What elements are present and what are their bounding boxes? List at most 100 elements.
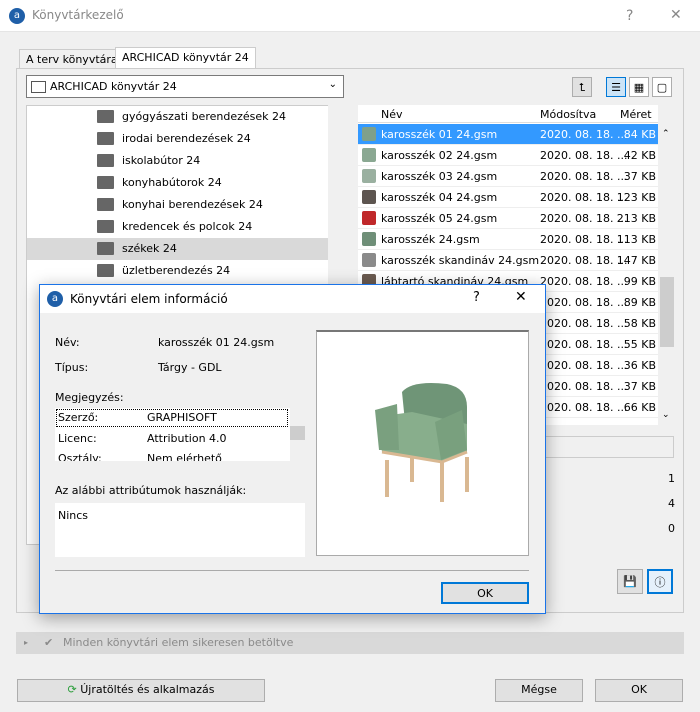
tree-item[interactable]: székek 24 [27, 238, 328, 260]
item-thumbnail-icon [362, 169, 376, 183]
row-size: 123 KB [616, 191, 656, 204]
list-row[interactable]: karosszék 01 24.gsm 2020. 08. 18. ... 84 K… [358, 124, 658, 145]
tree-item[interactable]: konyhai berendezések 24 [27, 194, 328, 216]
check-icon: ✔ [44, 636, 54, 649]
column-header-modified[interactable]: Módosítva [540, 108, 596, 121]
tab-project-libraries[interactable]: A terv könyvtárai [19, 49, 128, 69]
folder-icon [97, 154, 114, 167]
folder-icon [97, 242, 114, 255]
scroll-thumb[interactable] [290, 426, 305, 440]
row-size: 36 KB [623, 359, 656, 372]
tree-item-label: székek 24 [122, 242, 177, 255]
row-size: 213 KB [616, 212, 656, 225]
cancel-button[interactable]: Mégse [495, 679, 583, 702]
status-bar: ▸ ✔ Minden könyvtári elem sikeresen betö… [16, 632, 684, 654]
count-1: 1 [668, 472, 675, 485]
row-modified: 2020. 08. 18. ... [540, 401, 628, 414]
column-header-name[interactable]: Név [381, 108, 403, 121]
row-modified: 2020. 08. 18. ... [540, 317, 628, 330]
divider [55, 570, 529, 571]
save-icon[interactable]: 💾 [617, 569, 643, 594]
help-button[interactable]: ? [626, 8, 633, 24]
tree-item-label: gyógyászati berendezések 24 [122, 110, 286, 123]
scroll-thumb[interactable] [660, 277, 674, 347]
library-icon [31, 81, 46, 93]
tree-item-label: konyhabútorok 24 [122, 176, 222, 189]
list-row[interactable]: karosszék 24.gsm 2020. 08. 18. ... 113 KB [358, 229, 658, 250]
notes-label: Megjegyzés: [55, 391, 124, 404]
row-modified: 2020. 08. 18. ... [540, 359, 628, 372]
notes-scrollbar[interactable] [290, 408, 305, 461]
tree-item[interactable]: üzletberendezés 24 [27, 260, 328, 282]
note-key: Szerző: [58, 411, 99, 424]
row-name: karosszék 04 24.gsm [381, 191, 498, 204]
list-row[interactable]: karosszék 05 24.gsm 2020. 08. 18. ... 213 … [358, 208, 658, 229]
archicad-logo-icon: a [47, 291, 63, 307]
window-title: Könyvtárkezelő [32, 8, 124, 22]
scroll-down-icon[interactable]: ⌄ [662, 410, 670, 420]
used-by-value: Nincs [58, 509, 89, 522]
row-modified: 2020. 08. 18. ... [540, 149, 628, 162]
dialog-ok-button[interactable]: OK [441, 582, 529, 604]
preview-view-icon[interactable]: ▢ [652, 77, 672, 97]
reload-icon: ⟳ [67, 683, 77, 696]
row-name: karosszék 01 24.gsm [381, 128, 498, 141]
row-modified: 2020. 08. 18. ... [540, 128, 628, 141]
name-label: Név: [55, 336, 80, 349]
tree-item[interactable]: gyógyászati berendezések 24 [27, 106, 328, 128]
row-name: karosszék 03 24.gsm [381, 170, 498, 183]
folder-icon [97, 264, 114, 277]
row-modified: 2020. 08. 18. ... [540, 233, 628, 246]
grid-view-icon[interactable]: ▦ [629, 77, 649, 97]
dialog-close-button[interactable]: ✕ [515, 289, 527, 305]
row-modified: 2020. 08. 18. ... [540, 338, 628, 351]
folder-icon [97, 132, 114, 145]
list-view-icon[interactable]: ☰ [606, 77, 626, 97]
tree-item[interactable]: kredencek és polcok 24 [27, 216, 328, 238]
list-row[interactable]: karosszék 03 24.gsm 2020. 08. 18. ... 37 K… [358, 166, 658, 187]
ok-button[interactable]: OK [595, 679, 683, 702]
column-header-size[interactable]: Méret [620, 108, 652, 121]
scroll-up-icon[interactable]: ⌃ [662, 129, 670, 139]
name-value: karosszék 01 24.gsm [158, 336, 275, 349]
folder-icon [97, 110, 114, 123]
status-text: Minden könyvtári elem sikeresen betöltve [63, 636, 294, 649]
tree-item[interactable]: iskolabútor 24 [27, 150, 328, 172]
list-row[interactable]: karosszék skandináv 24.gsm 2020. 08. 18. … [358, 250, 658, 271]
expand-icon[interactable]: ▸ [24, 632, 28, 654]
close-button[interactable]: ✕ [670, 7, 682, 23]
row-size: 147 KB [616, 254, 656, 267]
row-size: 113 KB [616, 233, 656, 246]
row-modified: 2020. 08. 18. ... [540, 170, 628, 183]
reload-apply-button[interactable]: ⟳ Újratöltés és alkalmazás [17, 679, 265, 702]
row-size: 37 KB [623, 380, 656, 393]
up-folder-button[interactable]: ⮤ [572, 77, 592, 97]
list-header: Név Módosítva Méret [358, 105, 658, 123]
row-name: karosszék 02 24.gsm [381, 149, 498, 162]
tree-item[interactable]: irodai berendezések 24 [27, 128, 328, 150]
list-scrollbar[interactable]: ⌃ ⌄ [660, 105, 674, 425]
count-2: 4 [668, 497, 675, 510]
count-3: 0 [668, 522, 675, 535]
tab-archicad-library[interactable]: ARCHICAD könyvtár 24 [115, 47, 256, 69]
notes-list: Szerző: GRAPHISOFT Licenc: Attribution 4… [55, 408, 305, 461]
tree-item[interactable]: konyhabútorok 24 [27, 172, 328, 194]
row-size: 37 KB [623, 170, 656, 183]
row-size: 58 KB [623, 317, 656, 330]
library-select-value: ARCHICAD könyvtár 24 [50, 80, 177, 93]
row-size: 42 KB [623, 149, 656, 162]
list-row[interactable]: karosszék 02 24.gsm 2020. 08. 18. ... 42 K… [358, 145, 658, 166]
row-size: 66 KB [623, 401, 656, 414]
item-thumbnail-icon [362, 211, 376, 225]
dialog-help-button[interactable]: ? [473, 290, 480, 305]
title-bar: a Könyvtárkezelő ? ✕ [0, 0, 700, 32]
tree-item-label: kredencek és polcok 24 [122, 220, 253, 233]
item-info-dialog: a Könyvtári elem információ ? ✕ Név: kar… [39, 284, 546, 614]
archicad-logo-icon: a [9, 8, 25, 24]
library-select[interactable]: ARCHICAD könyvtár 24 ⌄ [26, 75, 344, 98]
item-thumbnail-icon [362, 127, 376, 141]
armchair-image [375, 383, 469, 502]
row-modified: 2020. 08. 18. ... [540, 212, 628, 225]
list-row[interactable]: karosszék 04 24.gsm 2020. 08. 18. ... 123 … [358, 187, 658, 208]
info-icon[interactable]: ⓘ [647, 569, 673, 594]
